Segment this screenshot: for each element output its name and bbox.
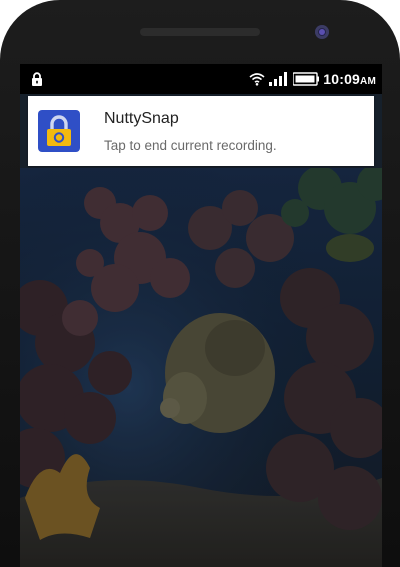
notification-title: NuttySnap: [104, 110, 179, 127]
front-camera: [315, 25, 329, 39]
wifi-icon: [249, 73, 265, 86]
app-icon: [38, 110, 80, 152]
status-time-value: 10:09: [323, 71, 361, 87]
phone-frame: 10:09AM NuttySnap Tap to end current rec…: [0, 0, 400, 567]
signal-icon: [269, 72, 288, 86]
wallpaper-image: [20, 168, 382, 567]
battery-icon: [293, 72, 320, 86]
screen: 10:09AM NuttySnap Tap to end current rec…: [20, 64, 382, 567]
status-time: 10:09AM: [323, 71, 376, 87]
recording-notification[interactable]: NuttySnap Tap to end current recording.: [28, 96, 374, 166]
lock-icon: [32, 72, 42, 86]
status-bar: 10:09AM: [20, 64, 382, 94]
status-time-ampm: AM: [360, 76, 376, 87]
status-icons: 10:09AM: [249, 69, 376, 89]
earpiece-speaker: [140, 28, 260, 36]
notification-text: Tap to end current recording.: [104, 138, 277, 153]
padlock-icon: [47, 115, 71, 146]
